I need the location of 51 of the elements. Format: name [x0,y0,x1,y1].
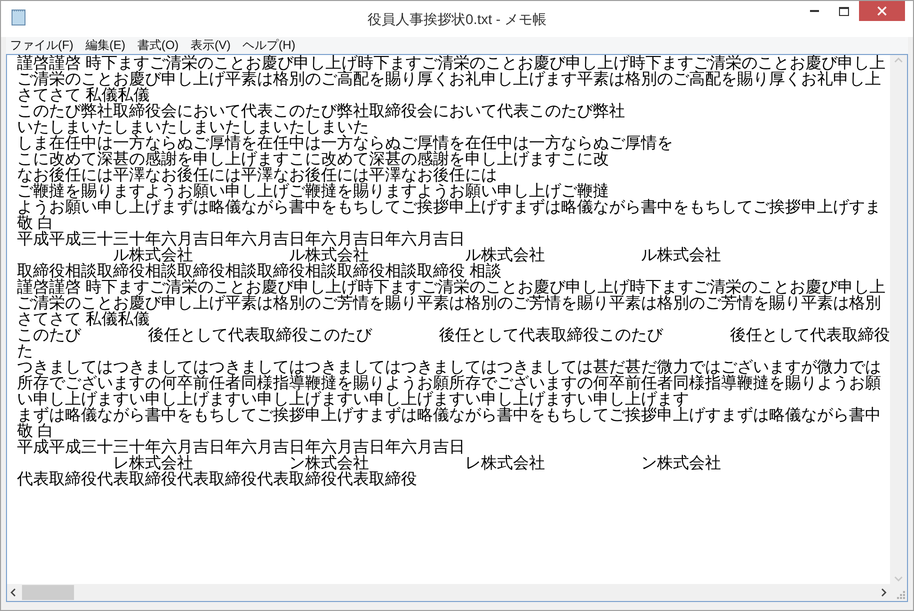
text-line: 敬 白 [17,424,54,440]
text-fragment: 後任として代表取締役このたび [439,328,663,344]
text-line: 謹啓謹啓 時下ますご清栄のことお慶び申し上げ時下ますご清栄のことお慶び申し上げ時下ますご清栄のことお慶び申し上 [17,280,886,296]
text-line: 敬 白 [17,216,54,232]
window-title: 役員人事挨拶状0.txt - メモ帳 [368,10,546,28]
menu-item[interactable]: 書式(O) [133,38,183,53]
text-line: さてさて 私儀私儀 [17,312,150,328]
menu-item[interactable]: 表示(V) [186,38,235,53]
text-fragment: 代表取締役代表取締役代表取締役代表取締役代表取締役 [17,472,417,488]
horizontal-scrollbar[interactable] [7,584,890,601]
resize-grip-icon[interactable] [897,591,905,599]
text-line: 平成平成三十三十年六月吉日年六月吉日年六月吉日年六月吉日 [17,440,465,456]
menu-item[interactable]: ファイル(F) [6,38,78,53]
text-line: まずは略儀ながら書中をもちしてご挨拶申上げすまずは略儀ながら書中をもちしてご挨拶申上げすまずは略儀ながら書中 [17,408,881,424]
text-line: ご鞭撻を賜りますようお願い申し上げご鞭撻を賜りますようお願い申し上げご鞭撻 [17,184,609,200]
notepad-icon [11,8,27,26]
scroll-left-icon[interactable] [10,588,16,597]
text-line: ご清栄のことお慶び申し上げ平素は格別のご高配を賜り厚くお礼申し上げます平素は格別のご高配を賜り厚くお礼申し上 [17,72,881,88]
text-fragment: 後任として代表取締役 [730,328,890,344]
text-fragment: ル株式会社 [641,248,721,264]
close-icon [877,6,887,16]
text-line: つきましてはつきましてはつきましてはつきましてはつきましてはつきましては甚だ甚だ微力ではございますが微力では [17,360,881,376]
text-line: 所存でございますの何卒前任者同様指導鞭撻を賜りようお願所存でございますの何卒前任者同様指導鞭撻を賜りようお願 [17,376,881,392]
text-fragment: 取締役相談取締役相談取締役相談取締役相談取締役相談取締役 相談 [17,264,502,280]
text-fragment: レ株式会社 [113,456,193,472]
menu-item[interactable]: ヘルプ(H) [238,38,300,53]
text-fragment: ル株式会社 [289,248,369,264]
text-fragment: 後任として代表取締役このたび [148,328,372,344]
text-line: このたび弊社取締役会において代表このたび弊社取締役会において代表このたび弊社 [17,104,625,120]
text-line: 謹啓謹啓 時下ますご清栄のことお慶び申し上げ時下ますご清栄のことお慶び申し上げ時下ますご清栄のことお慶び申し上 [17,56,886,72]
scroll-thumb[interactable] [22,585,74,600]
scroll-right-icon[interactable] [881,588,887,597]
text-fragment: レ株式会社 [465,456,545,472]
menu-item[interactable]: 編集(E) [81,38,130,53]
text-editor[interactable] [6,54,908,602]
text-line: しま在任中は一方ならぬご厚情を在任中は一方ならぬご厚情を在任中は一方ならぬご厚情を [17,136,673,152]
text-fragment: ル株式会社 [465,248,545,264]
text-fragment: ン株式会社 [641,456,721,472]
text-line: いたしまいたしまいたしまいたしまいたしまいた [17,120,369,136]
text-line: ご清栄のことお慶び申し上げ平素は格別のご芳情を賜り平素は格別のご芳情を賜り平素は格別のご芳情を賜り平素は格別 [17,296,881,312]
text-fragment: ン株式会社 [289,456,369,472]
text-line: なお後任には平澤なお後任には平澤なお後任には平澤なお後任には [17,168,497,184]
text-line: た [17,344,33,360]
close-button[interactable] [859,1,905,21]
text-line: ようお願い申し上げまずは略儀ながら書中をもちしてご挨拶申上げすまずは略儀ながら書中をもちしてご挨拶申上げすま [17,200,881,216]
text-fragment: ル株式会社 [113,248,193,264]
text-line: 平成平成三十三十年六月吉日年六月吉日年六月吉日年六月吉日 [17,232,465,248]
text-line: い申し上げますい申し上げますい申し上げますい申し上げますい申し上げますい申し上げます [17,392,689,408]
text-line: こに改めて深甚の感謝を申し上げますこに改めて深甚の感謝を申し上げますこに改 [17,152,609,168]
text-fragment: このたび [17,328,81,344]
text-line: さてさて 私儀私儀 [17,88,150,104]
